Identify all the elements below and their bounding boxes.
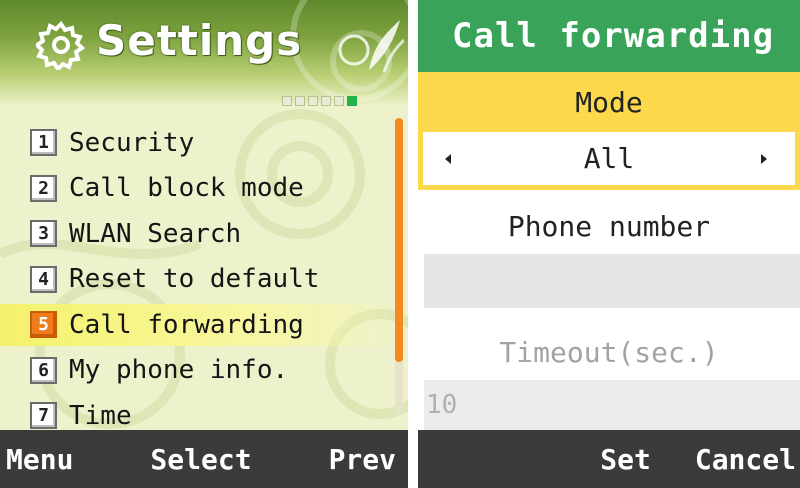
menu-item-label: WLAN Search (69, 218, 242, 249)
call-forwarding-title: Call forwarding (418, 0, 800, 72)
menu-item-number: 1 (30, 129, 57, 157)
arrow-right-icon[interactable] (761, 153, 767, 164)
settings-header: Settings (0, 0, 408, 104)
timeout-input[interactable]: 10 (424, 380, 800, 430)
settings-softkey-bar: Menu Select Prev (0, 430, 408, 488)
menu-item-label: Call forwarding (69, 309, 304, 340)
menu-item-wlan-search[interactable]: 3 WLAN Search (30, 211, 392, 257)
menu-item-reset-to-default[interactable]: 4 Reset to default (30, 257, 392, 303)
menu-item-call-forwarding[interactable]: 5 Call forwarding (0, 302, 402, 348)
gear-icon (36, 20, 86, 70)
call-forwarding-softkey-bar: Set Cancel (418, 430, 800, 488)
menu-item-my-phone-info[interactable]: 6 My phone info. (30, 348, 392, 394)
softkey-set[interactable]: Set (600, 443, 651, 476)
mode-selector[interactable]: All (418, 132, 800, 190)
timeout-label: Timeout(sec.) (499, 335, 719, 369)
menu-item-number: 7 (30, 402, 57, 430)
softkey-prev[interactable]: Prev (329, 443, 396, 476)
leaf-decoration-icon (338, 20, 404, 73)
menu-item-security[interactable]: 1 Security (30, 120, 392, 166)
settings-screen: Settings 1 Security 2 Call block mode 3 … (0, 0, 408, 488)
menu-item-number: 3 (30, 220, 57, 248)
settings-menu: 1 Security 2 Call block mode 3 WLAN Sear… (0, 120, 402, 439)
menu-item-number: 2 (30, 174, 57, 202)
menu-scrollbar[interactable] (395, 118, 403, 414)
scrollbar-thumb[interactable] (395, 118, 403, 362)
arrow-left-icon[interactable] (445, 153, 451, 164)
phone-number-input[interactable] (424, 254, 800, 308)
menu-item-call-block-mode[interactable]: 2 Call block mode (30, 166, 392, 212)
phone-number-label: Phone number (507, 209, 711, 243)
mode-label: Mode (418, 72, 800, 132)
menu-item-number: 4 (30, 265, 57, 293)
softkey-cancel[interactable]: Cancel (695, 443, 796, 476)
softkey-select[interactable]: Select (150, 443, 251, 476)
call-forwarding-screen: Call forwarding Mode All Phone number Ti… (418, 0, 800, 488)
menu-item-label: Reset to default (69, 264, 320, 295)
mode-value: All (583, 142, 635, 175)
softkey-menu[interactable]: Menu (6, 443, 73, 476)
menu-item-number: 5 (30, 311, 57, 339)
menu-item-label: Security (69, 127, 195, 158)
menu-item-label: Call block mode (69, 173, 304, 204)
settings-title: Settings (96, 16, 303, 65)
menu-item-number: 6 (30, 356, 57, 384)
menu-item-label: Time (69, 400, 132, 431)
menu-item-label: My phone info. (69, 355, 289, 386)
